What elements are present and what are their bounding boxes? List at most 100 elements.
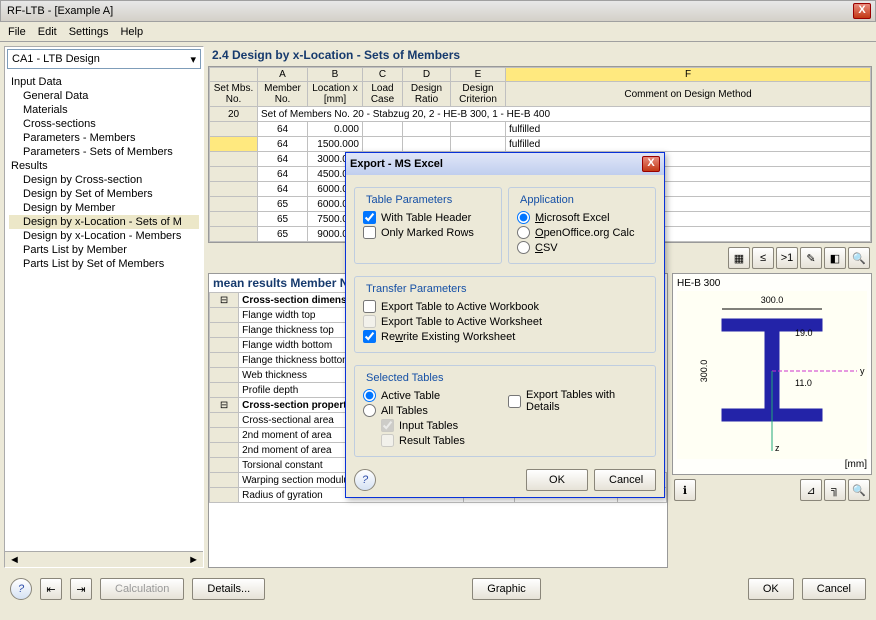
cs-unit: [mm]	[677, 459, 867, 470]
axis-y-label: y	[860, 366, 865, 376]
cs-tool-2[interactable]: ╗	[824, 479, 846, 501]
menubar: File Edit Settings Help	[0, 22, 876, 42]
col-letter-d[interactable]: D	[403, 68, 451, 82]
span-row-text: Set of Members No. 20 - Stabzug 20, 2 - …	[258, 107, 871, 122]
info-button[interactable]: ℹ	[674, 479, 696, 501]
menu-settings[interactable]: Settings	[69, 26, 109, 38]
table-row[interactable]: 641500.000fulfilled	[210, 137, 871, 152]
dialog-title: Export - MS Excel	[350, 158, 443, 170]
cb-rewrite-ws[interactable]: Rewrite Existing Worksheet	[363, 329, 647, 344]
tree-design-xloc-sets[interactable]: Design by x-Location - Sets of M	[9, 215, 199, 229]
axis-z-label: z	[775, 443, 780, 453]
grp-selected-tables: Selected Tables	[363, 372, 446, 384]
hdr-setmbs: Set Mbs. No.	[210, 82, 258, 107]
toolbar-btn-6[interactable]: 🔍	[848, 247, 870, 269]
cb-with-header[interactable]: With Table Header	[363, 210, 493, 225]
tree-cross-sections[interactable]: Cross-sections	[9, 117, 199, 131]
tree-design-cs[interactable]: Design by Cross-section	[9, 173, 199, 187]
export-dialog: Export - MS Excel X Table Parameters Wit…	[345, 152, 665, 498]
grp-transfer: Transfer Parameters	[363, 283, 469, 295]
cb-export-details[interactable]: Export Tables with Details	[508, 388, 647, 414]
tree-parts-set[interactable]: Parts List by Set of Members	[9, 257, 199, 271]
rb-excel[interactable]: Microsoft Excel	[517, 210, 647, 225]
next-button[interactable]: ⇥	[70, 578, 92, 600]
window-close-button[interactable]: X	[853, 3, 871, 19]
cs-title: HE-B 300	[677, 278, 867, 289]
dialog-ok-button[interactable]: OK	[526, 469, 588, 491]
tree-materials[interactable]: Materials	[9, 103, 199, 117]
rb-all-tables[interactable]: All Tables	[363, 403, 502, 418]
toolbar-btn-1[interactable]: ▦	[728, 247, 750, 269]
grp-table-params: Table Parameters	[363, 194, 455, 206]
tree-parts-member[interactable]: Parts List by Member	[9, 243, 199, 257]
table-title: 2.4 Design by x-Location - Sets of Membe…	[208, 46, 872, 64]
tree-general-data[interactable]: General Data	[9, 89, 199, 103]
table-span-row[interactable]: 20 Set of Members No. 20 - Stabzug 20, 2…	[210, 107, 871, 122]
tree-design-set[interactable]: Design by Set of Members	[9, 187, 199, 201]
cross-section-preview: HE-B 300 300.0 300.0 19.0 11.0 y	[672, 273, 872, 475]
scroll-left-icon[interactable]: ◄	[5, 554, 24, 566]
dim-tw: 11.0	[795, 378, 812, 388]
ok-button[interactable]: OK	[748, 578, 794, 600]
hdr-loc: Location x [mm]	[308, 82, 363, 107]
col-letter-c[interactable]: C	[363, 68, 403, 82]
col-letter-b[interactable]: B	[308, 68, 363, 82]
help-button[interactable]: ?	[10, 578, 32, 600]
col-letter-a[interactable]: A	[258, 68, 308, 82]
toolbar-btn-5[interactable]: ◧	[824, 247, 846, 269]
dialog-close-button[interactable]: X	[642, 156, 660, 172]
tree-params-sets[interactable]: Parameters - Sets of Members	[9, 145, 199, 159]
rb-openoffice[interactable]: OpenOffice.org Calc	[517, 225, 647, 240]
table-row[interactable]: 640.000fulfilled	[210, 122, 871, 137]
hdr-ratio: Design Ratio	[403, 82, 451, 107]
rb-csv[interactable]: CSV	[517, 240, 647, 255]
dialog-help-button[interactable]: ?	[354, 469, 376, 491]
span-row-no: 20	[210, 107, 258, 122]
col-letter-e[interactable]: E	[451, 68, 506, 82]
chevron-down-icon: ▾	[190, 53, 196, 66]
hdr-comment: Comment on Design Method	[506, 82, 871, 107]
grp-application: Application	[517, 194, 577, 206]
hdr-member: Member No.	[258, 82, 308, 107]
toolbar-btn-4[interactable]: ✎	[800, 247, 822, 269]
bottom-bar: ? ⇤ ⇥ Calculation Details... Graphic OK …	[0, 572, 876, 606]
hdr-lc: Load Case	[363, 82, 403, 107]
rb-active-table[interactable]: Active Table	[363, 388, 502, 403]
navigator-pane: CA1 - LTB Design ▾ Input Data General Da…	[4, 46, 204, 568]
dim-width: 300.0	[761, 295, 784, 305]
menu-help[interactable]: Help	[120, 26, 143, 38]
cs-tool-3[interactable]: 🔍	[848, 479, 870, 501]
dialog-cancel-button[interactable]: Cancel	[594, 469, 656, 491]
toolbar-btn-3[interactable]: >1	[776, 247, 798, 269]
toolbar-btn-2[interactable]: ≤	[752, 247, 774, 269]
col-letter-f[interactable]: F	[506, 68, 871, 82]
titlebar: RF-LTB - [Example A] X	[0, 0, 876, 22]
tree-scrollbar[interactable]: ◄ ►	[5, 551, 203, 567]
tree-design-xloc-members[interactable]: Design by x-Location - Members	[9, 229, 199, 243]
cb-export-active-wb[interactable]: Export Table to Active Workbook	[363, 299, 647, 314]
tree-design-member[interactable]: Design by Member	[9, 201, 199, 215]
cb-result-tables: Result Tables	[363, 433, 502, 448]
scroll-right-icon[interactable]: ►	[184, 554, 203, 566]
dim-height: 300.0	[699, 360, 709, 383]
cb-export-active-ws: Export Table to Active Worksheet	[363, 314, 647, 329]
prev-button[interactable]: ⇤	[40, 578, 62, 600]
tree-params-members[interactable]: Parameters - Members	[9, 131, 199, 145]
dialog-titlebar[interactable]: Export - MS Excel X	[346, 153, 664, 175]
tree-results[interactable]: Results	[9, 159, 199, 173]
cancel-button[interactable]: Cancel	[802, 578, 866, 600]
details-button[interactable]: Details...	[192, 578, 265, 600]
cs-tool-1[interactable]: ⊿	[800, 479, 822, 501]
cross-section-drawing: 300.0 300.0 19.0 11.0 y z	[677, 291, 867, 459]
nav-tree[interactable]: Input Data General Data Materials Cross-…	[5, 71, 203, 551]
graphic-button[interactable]: Graphic	[472, 578, 541, 600]
case-dropdown[interactable]: CA1 - LTB Design ▾	[7, 49, 201, 69]
hdr-crit: Design Criterion	[451, 82, 506, 107]
menu-file[interactable]: File	[8, 26, 26, 38]
cb-only-marked[interactable]: Only Marked Rows	[363, 225, 493, 240]
calculation-button[interactable]: Calculation	[100, 578, 184, 600]
tree-input-data[interactable]: Input Data	[9, 75, 199, 89]
cs-toolbar: ℹ ⊿ ╗ 🔍	[672, 477, 872, 503]
app-title: RF-LTB - [Example A]	[5, 5, 853, 17]
menu-edit[interactable]: Edit	[38, 26, 57, 38]
